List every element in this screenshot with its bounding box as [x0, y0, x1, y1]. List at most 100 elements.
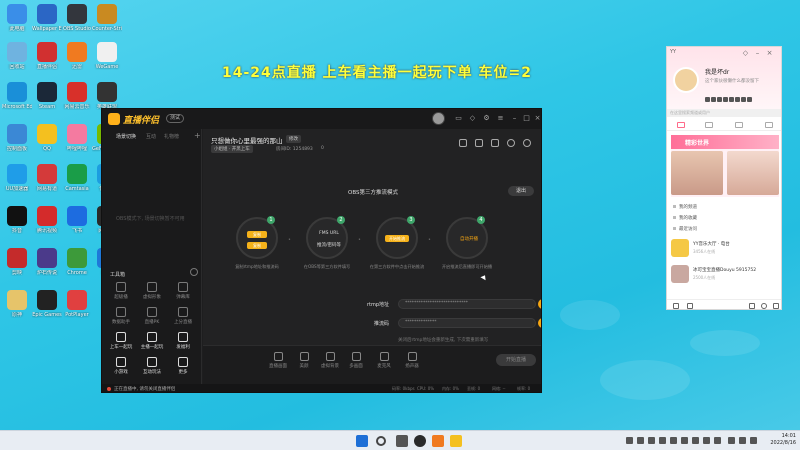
start-live-button[interactable]: 开始直播	[496, 354, 536, 366]
desktop-icon[interactable]: 原神	[2, 290, 32, 318]
desktop-icon[interactable]: QQ	[32, 124, 62, 152]
yy-search-input[interactable]: 在这里搜索频道或用户	[667, 109, 781, 117]
desktop-icon[interactable]: 英雄联盟	[92, 82, 122, 110]
tab-games-icon[interactable]	[765, 122, 773, 128]
user-avatar[interactable]	[432, 112, 445, 125]
desktop-icon[interactable]: 迅雷	[62, 42, 92, 70]
message-icon[interactable]	[749, 303, 755, 309]
desktop-icon[interactable]: 哔哩哔哩	[62, 124, 92, 152]
desktop-icon[interactable]: Wallpaper Engine	[32, 4, 62, 32]
menu-icon[interactable]	[673, 303, 679, 309]
desktop-icon[interactable]: PotPlayer	[62, 290, 92, 318]
live-companion-window[interactable]: 直播伴侣 测试 ▭ ◇ ⚙ ≡ – □ × 场景切换 互动 礼物榜 + OBS模…	[101, 108, 542, 393]
desktop-icon[interactable]: 控制面板	[2, 124, 32, 152]
desktop-icon[interactable]: Counter-Strike	[92, 4, 122, 32]
skin-icon[interactable]: ◇	[741, 49, 750, 58]
bottom-tool[interactable]: 多画面	[343, 352, 369, 369]
exit-obs-mode-button[interactable]: 退出	[508, 186, 534, 196]
version-badge[interactable]: 测试	[166, 114, 185, 123]
desktop-icon[interactable]: OBS Studio	[62, 4, 92, 32]
tool-item[interactable]: 小游戏	[106, 357, 136, 375]
tray-icon[interactable]	[681, 437, 688, 444]
yy-avatar[interactable]	[673, 67, 699, 93]
copy-rtmp-button[interactable]: 复制	[538, 299, 541, 309]
badge-icon[interactable]	[747, 97, 752, 102]
tool-item[interactable]: 弹幕库	[168, 282, 198, 300]
gift-icon[interactable]	[459, 139, 467, 147]
yy-signature[interactable]: 这个家伙很懒什么都没留下	[705, 78, 759, 84]
close-icon[interactable]: ×	[533, 114, 541, 123]
featured-thumbnail[interactable]	[727, 151, 779, 195]
network-icon[interactable]	[728, 437, 735, 444]
add-scene-icon[interactable]: +	[194, 131, 201, 140]
desktop-icon[interactable]: 炉石传说	[32, 248, 62, 276]
badge-icon[interactable]	[717, 97, 722, 102]
badge-icon[interactable]	[741, 97, 746, 102]
toolbox-settings-icon[interactable]	[190, 268, 198, 276]
share-icon[interactable]	[523, 139, 531, 147]
list-item[interactable]: YY音乐大厅 · 电台 3456人在线	[671, 239, 779, 259]
volume-icon[interactable]	[739, 437, 746, 444]
menu-icon[interactable]: ≡	[496, 114, 505, 123]
desktop-icon[interactable]: WeGame	[92, 42, 122, 70]
desktop-icon[interactable]: Microsoft Edge	[2, 82, 32, 110]
battery-icon[interactable]	[750, 437, 757, 444]
tray-icon[interactable]	[626, 437, 633, 444]
bottom-tool[interactable]: 美颜	[291, 352, 317, 369]
tray-icon[interactable]	[659, 437, 666, 444]
tray-icon[interactable]	[692, 437, 699, 444]
tray-icon[interactable]	[637, 437, 644, 444]
app-grid-icon[interactable]	[773, 303, 779, 309]
bottom-tool[interactable]: 直播画面	[265, 352, 291, 369]
taskbar-clock[interactable]: 14:01 2022/8/16	[764, 433, 796, 447]
desktop-icon[interactable]: 网易有道	[32, 164, 62, 192]
tool-item[interactable]: 数据助手	[106, 307, 136, 325]
tool-item[interactable]: 超级播	[106, 282, 136, 300]
stream-key-field[interactable]: **************	[398, 318, 536, 328]
desktop-icon[interactable]: Chrome	[62, 248, 92, 276]
badge-icon[interactable]	[723, 97, 728, 102]
copy-rtmp-pill[interactable]: 复制	[247, 231, 267, 238]
tab-groups-icon[interactable]	[735, 122, 743, 128]
copy-key-button[interactable]: 复制	[538, 318, 541, 328]
yy-taskbar-icon[interactable]	[450, 435, 462, 447]
tab-contacts-icon[interactable]	[705, 122, 713, 128]
desktop-icon[interactable]: 抖音	[2, 206, 32, 234]
link-my-channels[interactable]: 我的频道	[673, 204, 697, 210]
desktop-icon[interactable]: Steam	[32, 82, 62, 110]
bell-icon[interactable]	[507, 139, 515, 147]
minimize-icon[interactable]: –	[510, 114, 519, 123]
tool-item[interactable]: 发福利	[168, 332, 198, 350]
obs-taskbar-icon[interactable]	[414, 435, 426, 447]
maximize-icon[interactable]: □	[522, 114, 531, 123]
app-titlebar[interactable]: 直播伴侣 测试 ▭ ◇ ⚙ ≡ – □ ×	[102, 109, 541, 129]
desktop-icon[interactable]: 飞书	[62, 206, 92, 234]
desktop-icon[interactable]: 腾讯视频	[32, 206, 62, 234]
tab-gift-rank[interactable]: 礼物榜	[164, 133, 179, 140]
desktop-icon[interactable]: UU加速器	[2, 164, 32, 192]
copy-key-pill[interactable]: 复制	[247, 242, 267, 249]
task-view-icon[interactable]	[396, 435, 408, 447]
desktop-icon[interactable]: Epic Games	[32, 290, 62, 318]
settings-icon[interactable]	[761, 303, 767, 309]
desktop-icon[interactable]: Camtasia	[62, 164, 92, 192]
link-my-favorites[interactable]: 我的收藏	[673, 215, 697, 221]
tab-home-icon[interactable]	[677, 122, 685, 128]
tray-icon[interactable]	[703, 437, 710, 444]
badge-icon[interactable]	[735, 97, 740, 102]
tray-icon[interactable]	[714, 437, 721, 444]
badge-icon[interactable]	[729, 97, 734, 102]
edit-title-button[interactable]: 修改	[286, 135, 301, 143]
desktop-icon[interactable]: 剪映	[2, 248, 32, 276]
desktop-icon[interactable]: 直播伴侣	[32, 42, 62, 70]
record-icon[interactable]	[491, 139, 499, 147]
tool-item[interactable]: 互动玩法	[137, 357, 167, 375]
tab-interaction[interactable]: 互动	[146, 133, 156, 140]
desktop-icon[interactable]: 此电脑	[2, 4, 32, 32]
start-icon[interactable]	[356, 435, 368, 447]
bottom-tool[interactable]: 虚拟背景	[317, 352, 343, 369]
yy-featured-banner[interactable]: 精彩世界	[671, 135, 779, 197]
tool-item[interactable]: 主播一起玩	[137, 332, 167, 350]
settings-icon[interactable]: ⚙	[482, 114, 491, 123]
tab-scenes[interactable]: 场景切换	[116, 133, 136, 140]
